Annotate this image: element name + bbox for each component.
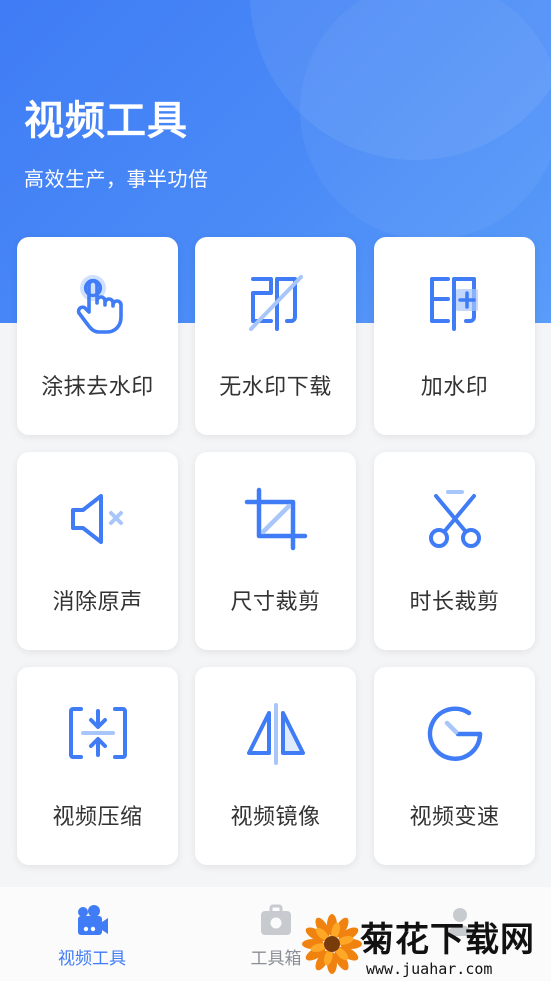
tool-label: 涂抹去水印: [41, 375, 154, 400]
tool-card-add-watermark[interactable]: 加水印: [374, 237, 535, 435]
watermark-url: www.juahar.com: [366, 960, 493, 978]
tool-label: 视频变速: [409, 805, 500, 830]
tool-card-video-compress[interactable]: 视频压缩: [17, 667, 178, 865]
tab-label: 视频工具: [58, 949, 126, 969]
compress-icon: [68, 707, 127, 759]
page-subtitle: 高效生产，事半功倍: [24, 167, 209, 191]
banner-decoration: [300, 0, 551, 240]
add-watermark-icon: [429, 277, 478, 331]
speed-icon: [427, 706, 482, 761]
page-title: 视频工具: [24, 98, 188, 144]
tool-card-video-mirror[interactable]: 视频镜像: [195, 667, 356, 865]
video-camera-icon: [78, 905, 108, 935]
tool-card-smear-remove-watermark[interactable]: 涂抹去水印: [17, 237, 178, 435]
tool-label: 消除原声: [52, 590, 143, 615]
tool-label: 尺寸裁剪: [230, 590, 321, 615]
crop-icon: [244, 487, 307, 551]
tool-card-remove-audio[interactable]: 消除原声: [17, 452, 178, 650]
tool-card-size-crop[interactable]: 尺寸裁剪: [195, 452, 356, 650]
toolbox-icon: [261, 904, 291, 935]
tool-label: 加水印: [420, 375, 489, 400]
flower-logo-icon: [302, 914, 362, 974]
watermark-title: 菊花下载网: [360, 920, 535, 960]
tool-grid: 涂抹去水印 无水印下载 加水印 消除原声 尺寸裁剪 时长裁剪 视频压缩 视频镜像…: [17, 237, 535, 867]
mirror-icon: [246, 703, 305, 765]
tool-label: 时长裁剪: [409, 590, 500, 615]
hand-tap-icon: [76, 275, 123, 334]
tool-card-duration-trim[interactable]: 时长裁剪: [374, 452, 535, 650]
mute-icon: [70, 494, 123, 544]
tool-card-video-speed[interactable]: 视频变速: [374, 667, 535, 865]
site-watermark: 菊花下载网 www.juahar.com: [300, 912, 551, 981]
tool-label: 无水印下载: [219, 375, 332, 400]
scissors-icon: [428, 490, 481, 548]
tool-label: 视频镜像: [230, 805, 321, 830]
tab-video-tools[interactable]: 视频工具: [32, 887, 152, 981]
tool-label: 视频压缩: [52, 805, 143, 830]
tool-card-no-watermark-download[interactable]: 无水印下载: [195, 237, 356, 435]
no-watermark-icon: [248, 275, 303, 331]
